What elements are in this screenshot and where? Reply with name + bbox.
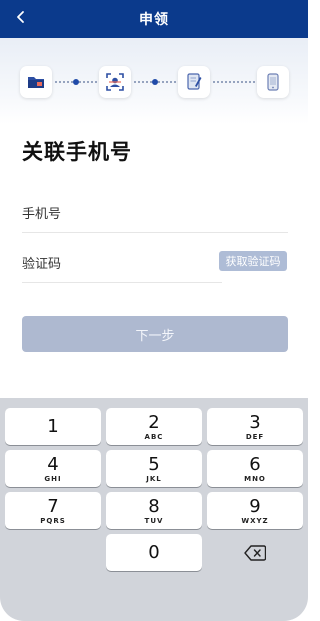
backspace-icon <box>244 544 266 561</box>
key-number: 8 <box>148 495 160 517</box>
step-3 <box>178 66 210 98</box>
page-title: 关联手机号 <box>22 140 132 164</box>
key-6[interactable]: 6 MNO <box>207 450 303 487</box>
key-number: 1 <box>47 416 59 437</box>
key-number: 3 <box>249 411 261 433</box>
phone-divider <box>22 232 288 233</box>
delete-key[interactable] <box>207 534 303 571</box>
back-button[interactable] <box>10 6 32 28</box>
folder-icon <box>28 77 44 88</box>
page-header-title: 申领 <box>139 12 169 28</box>
key-9[interactable]: 9 WXYZ <box>207 492 303 529</box>
code-field-label: 验证码 <box>22 257 62 272</box>
key-letters: GHI <box>44 474 62 483</box>
next-button[interactable]: 下一步 <box>22 316 288 352</box>
app-header: 申领 <box>0 0 308 38</box>
key-number: 0 <box>148 542 160 563</box>
get-code-button[interactable]: 获取验证码 <box>219 251 287 271</box>
phone-field-label: 手机号 <box>22 207 62 222</box>
step-connector-3 <box>212 81 256 83</box>
step-1 <box>20 66 52 98</box>
key-3[interactable]: 3 DEF <box>207 408 303 445</box>
key-1[interactable]: 1 <box>5 408 101 445</box>
key-letters: WXYZ <box>241 516 269 525</box>
key-number: 7 <box>47 495 59 517</box>
key-2[interactable]: 2 ABC <box>106 408 202 445</box>
key-number: 5 <box>148 453 160 475</box>
key-number: 2 <box>148 411 160 433</box>
key-5[interactable]: 5 JKL <box>106 450 202 487</box>
document-edit-icon <box>187 73 202 90</box>
step-dot-2 <box>152 79 158 85</box>
key-4[interactable]: 4 GHI <box>5 450 101 487</box>
face-scan-icon <box>106 73 124 91</box>
chevron-left-icon <box>17 11 24 23</box>
key-number: 9 <box>249 495 261 517</box>
code-divider <box>22 282 222 283</box>
key-7[interactable]: 7 PQRS <box>5 492 101 529</box>
key-number: 4 <box>47 453 59 475</box>
progress-steps <box>20 66 289 98</box>
key-letters: JKL <box>146 474 162 483</box>
step-4 <box>257 66 289 98</box>
phone-icon <box>267 73 279 91</box>
key-letters: PQRS <box>40 516 66 525</box>
numeric-keyboard: 1 2 ABC 3 DEF 4 GHI 5 JKL 6 MNO 7 PQRS 8… <box>0 398 308 621</box>
key-letters: MNO <box>244 474 266 483</box>
key-letters: TUV <box>144 516 164 525</box>
key-8[interactable]: 8 TUV <box>106 492 202 529</box>
key-0[interactable]: 0 <box>106 534 202 571</box>
key-letters: ABC <box>144 432 164 441</box>
key-letters: DEF <box>245 432 265 441</box>
step-2 <box>99 66 131 98</box>
step-dot-1 <box>73 79 79 85</box>
key-number: 6 <box>249 453 261 475</box>
phone-input[interactable] <box>70 196 288 226</box>
code-input[interactable] <box>70 246 210 276</box>
